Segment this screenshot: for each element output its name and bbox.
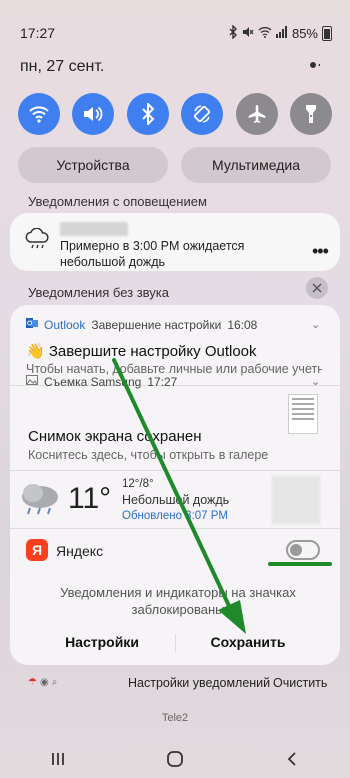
recents-button[interactable] <box>28 751 88 767</box>
weather-updated: Обновлено 3:07 PM <box>122 510 228 522</box>
yandex-notification-toggle[interactable] <box>286 540 320 560</box>
airplane-toggle[interactable] <box>235 93 278 135</box>
media-button[interactable]: Мультимедиа <box>181 147 331 183</box>
yandex-label: Яндекс <box>56 543 104 559</box>
outlook-time: 16:08 <box>227 317 258 332</box>
gallery-icon <box>26 374 38 389</box>
notification-settings-button[interactable]: Настройки уведомлений <box>128 676 270 690</box>
silent-section-title: Уведомления без звука <box>28 285 169 300</box>
mute-icon <box>242 26 254 41</box>
outlook-title[interactable]: 👋 Завершите настройку Outlook <box>26 342 257 360</box>
weather-notification-text: Примерно в 3:00 PM ожидается небольшой д… <box>60 239 245 269</box>
battery-icon <box>322 26 332 41</box>
autorotate-toggle[interactable] <box>181 93 224 135</box>
battery-percent: 85% <box>291 26 318 41</box>
highlight-underline <box>268 562 332 566</box>
outlook-icon <box>26 317 38 332</box>
temperature: 11° <box>68 482 112 515</box>
divider <box>10 528 340 529</box>
blurred-content <box>272 476 320 524</box>
search-icon: ⌕ <box>51 677 58 688</box>
home-button[interactable] <box>145 750 205 768</box>
rain-cloud-icon <box>24 227 50 255</box>
quick-settings <box>18 93 332 135</box>
wifi-status-icon <box>258 26 272 41</box>
weather-description: Небольшой дождь <box>122 493 230 507</box>
signal-icon <box>275 26 288 41</box>
flashlight-toggle[interactable] <box>289 93 332 135</box>
more-options-icon[interactable]: ••• <box>312 241 329 262</box>
gear-icon[interactable] <box>304 56 322 79</box>
screenshot-time: 17:27 <box>147 374 178 389</box>
navigation-bar <box>0 740 350 778</box>
date-label: пн, 27 сент. <box>20 58 105 75</box>
devices-button[interactable]: Устройства <box>18 147 168 183</box>
screenshot-text: Коснитесь здесь, чтобы открыть в галерее… <box>28 448 268 462</box>
screenshot-app-name: Съемка Samsung <box>44 374 142 389</box>
notification-title-blurred <box>60 222 128 236</box>
back-button[interactable] <box>262 751 322 767</box>
outlook-notification-header[interactable]: Outlook Завершение настройки 16:08 <box>26 317 257 332</box>
wifi-toggle[interactable] <box>18 93 60 135</box>
bluetooth-status-icon <box>228 24 238 42</box>
yandex-blocked-message: Уведомления и индикаторы на значках забл… <box>60 585 296 617</box>
status-time: 17:27 <box>20 25 56 41</box>
toggle-knob <box>290 544 302 556</box>
divider <box>175 634 176 652</box>
carrier-label: Tele2 <box>161 712 189 724</box>
divider <box>10 470 340 471</box>
chevron-down-icon[interactable]: ⌄ <box>311 375 320 388</box>
chevron-down-icon[interactable]: ⌄ <box>311 318 320 331</box>
screenshot-title[interactable]: Снимок экрана сохранен <box>28 428 202 445</box>
rain-cloud-icon <box>18 480 64 523</box>
spotify-icon: ◉ <box>39 677 49 688</box>
umbrella-icon: ☂ <box>28 677 37 688</box>
outlook-app-name: Outlook <box>44 317 86 332</box>
close-icon[interactable] <box>306 277 328 299</box>
save-button[interactable]: Сохранить <box>198 634 298 650</box>
yandex-icon: Я <box>26 539 48 561</box>
notification-icons: ☂ ◉ ⌕ <box>28 677 57 688</box>
outlook-subtitle: Завершение настройки <box>91 317 222 332</box>
temperature-range: 12°/8° <box>122 478 154 490</box>
screenshot-thumbnail[interactable] <box>288 394 318 434</box>
screenshot-notification-header[interactable]: Съемка Samsung 17:27 <box>26 374 177 389</box>
alerting-section-title: Уведомления с оповещением <box>28 194 207 209</box>
sound-toggle[interactable] <box>72 93 115 135</box>
clear-button[interactable]: Очистить <box>273 676 327 690</box>
status-indicators: 85% <box>228 24 332 42</box>
bluetooth-toggle[interactable] <box>126 93 169 135</box>
settings-button[interactable]: Настройки <box>52 634 152 650</box>
